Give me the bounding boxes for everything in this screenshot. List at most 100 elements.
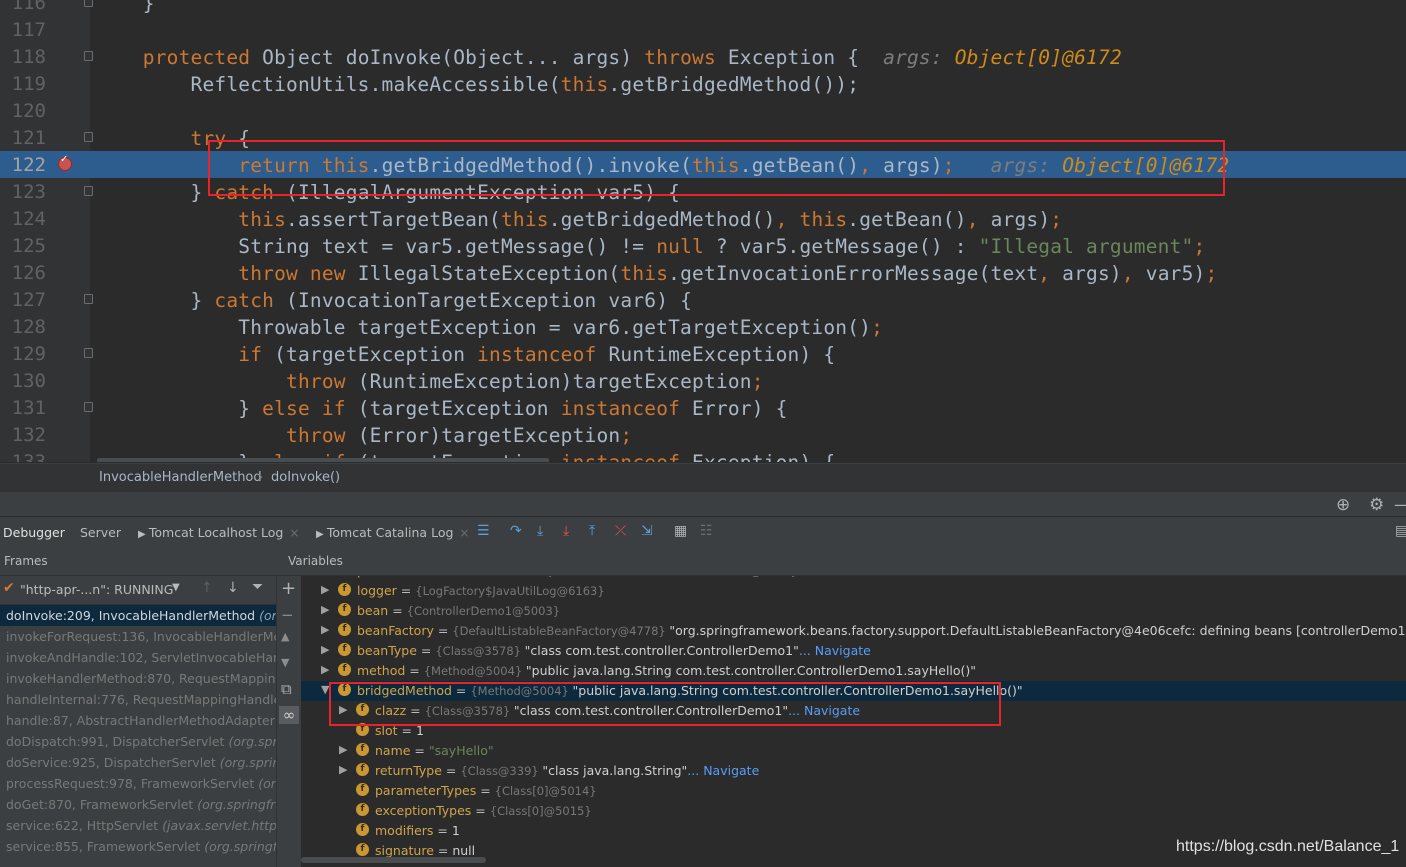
code-line[interactable]: 127 } catch (InvocationTargetException v…	[0, 286, 1406, 313]
run-to-cursor-icon[interactable]: ⇲	[641, 523, 653, 539]
line-number[interactable]: 122	[0, 154, 46, 176]
glasses-icon[interactable]: ∞	[279, 706, 299, 724]
stack-frame[interactable]: handleInternal:776, RequestMappingHandle…	[0, 689, 276, 710]
stack-frame[interactable]: service:855, FrameworkServlet (org.sprin…	[0, 836, 276, 857]
add-watch-icon[interactable]: +	[281, 578, 296, 599]
expand-arrow-icon[interactable]: ▶	[321, 643, 329, 656]
stack-frame[interactable]: doDispatch:991, DispatcherServlet (org.s…	[0, 731, 276, 752]
force-step-into-icon[interactable]: ⤓	[563, 523, 569, 539]
line-number[interactable]: 118	[0, 46, 46, 68]
move-up-icon[interactable]: ▲	[281, 630, 289, 643]
remove-watch-icon[interactable]: −	[281, 606, 294, 624]
code-line[interactable]: 132 throw (Error)targetException;	[0, 421, 1406, 448]
thread-selector[interactable]: ✔ "http-apr-...n": RUNNING ▼ ↑ ↓ ⏷	[0, 576, 278, 605]
line-number[interactable]: 133	[0, 451, 46, 462]
line-number[interactable]: 116	[0, 0, 46, 14]
fold-marker-icon[interactable]	[84, 51, 93, 61]
code-line[interactable]: 126 throw new IllegalStateException(this…	[0, 259, 1406, 286]
fold-marker-icon[interactable]	[84, 132, 93, 142]
move-down-icon[interactable]: ▼	[281, 656, 289, 669]
close-icon[interactable]: ×	[289, 526, 299, 540]
variable-row[interactable]: ▶ f beanType = {Class@3578} "class com.tes…	[301, 641, 1406, 661]
variable-row[interactable]: ▶ f logger = {LogFactory$JavaUtilLog@6163}	[301, 581, 1406, 601]
code-line[interactable]: 124 this.assertTargetBean(this.getBridge…	[0, 205, 1406, 232]
step-over-icon[interactable]: ↷	[510, 523, 522, 539]
code-line[interactable]: 119 ReflectionUtils.makeAccessible(this.…	[0, 70, 1406, 97]
variables-horizontal-scrollbar[interactable]	[301, 857, 486, 863]
variable-row[interactable]: f parameterTypes = {Class[0]@5014}	[301, 781, 1406, 801]
variable-row[interactable]: ▶ f beanFactory = {DefaultListableBeanFact…	[301, 621, 1406, 641]
code-line[interactable]: 118 protected Object doInvoke(Object... …	[0, 43, 1406, 70]
line-number[interactable]: 120	[0, 100, 46, 122]
variable-row[interactable]: ▶ f bean = {ControllerDemo1@5003}	[301, 601, 1406, 621]
expand-arrow-icon[interactable]: ▶	[321, 663, 329, 676]
line-number[interactable]: 126	[0, 262, 46, 284]
line-number[interactable]: 124	[0, 208, 46, 230]
filter-icon[interactable]: ⏷	[252, 579, 263, 595]
breakpoint-icon[interactable]	[58, 154, 72, 171]
variable-row[interactable]: ▶ f returnType = {Class@339} "class java.l…	[301, 761, 1406, 781]
tab-debugger[interactable]: Debugger	[3, 525, 65, 540]
variable-row[interactable]: ▶ f name = "sayHello"	[301, 741, 1406, 761]
editor-horizontal-scrollbar[interactable]	[97, 458, 549, 462]
line-number[interactable]: 129	[0, 343, 46, 365]
fold-marker-icon[interactable]	[84, 402, 93, 412]
line-number[interactable]: 131	[0, 397, 46, 419]
close-icon[interactable]: ×	[459, 526, 469, 540]
tab-server[interactable]: Server	[80, 525, 121, 540]
code-line[interactable]: 116 }	[0, 0, 1406, 16]
tab-tomcat-localhost-log[interactable]: ▶ Tomcat Localhost Log ×	[138, 525, 299, 540]
stack-frame[interactable]: doService:925, DispatcherServlet (org.sp…	[0, 752, 276, 773]
line-number[interactable]: 125	[0, 235, 46, 257]
fold-marker-icon[interactable]	[84, 348, 93, 358]
dropdown-arrow-icon[interactable]: ▼	[172, 582, 180, 593]
copy-icon[interactable]: ⧉	[281, 680, 292, 698]
fold-marker-icon[interactable]	[84, 0, 93, 7]
stack-frame[interactable]: invokeAndHandle:102, ServletInvocableHan…	[0, 647, 276, 668]
line-number[interactable]: 127	[0, 289, 46, 311]
expand-arrow-icon[interactable]: ▶	[339, 743, 347, 756]
line-number[interactable]: 119	[0, 73, 46, 95]
arrow-down-icon[interactable]: ↓	[227, 580, 239, 596]
code-editor[interactable]: 116 } 117 118 protected Object doInvoke(Ob…	[0, 0, 1406, 462]
line-number[interactable]: 132	[0, 424, 46, 446]
code-line[interactable]: 131 } else if (targetException instanceo…	[0, 394, 1406, 421]
gear-icon[interactable]: ⚙	[1369, 495, 1384, 515]
drop-frame-icon[interactable]: ⤫	[615, 523, 626, 539]
code-line[interactable]: 120	[0, 97, 1406, 124]
code-line[interactable]: 117	[0, 16, 1406, 43]
breadcrumb-method[interactable]: doInvoke()	[271, 470, 340, 485]
arrow-up-icon[interactable]: ↑	[201, 580, 213, 596]
line-number[interactable]: 130	[0, 370, 46, 392]
code-line[interactable]: 129 if (targetException instanceof Runti…	[0, 340, 1406, 367]
minimize-icon[interactable]: —	[1394, 495, 1406, 515]
stack-frame[interactable]: invokeHandlerMethod:870, RequestMappingH…	[0, 668, 276, 689]
frames-list[interactable]: doInvoke:209, InvocableHandlerMethod (or…	[0, 605, 276, 867]
tab-tomcat-catalina-log[interactable]: ▶ Tomcat Catalina Log ×	[316, 525, 469, 540]
stack-frame[interactable]: handle:87, AbstractHandlerMethodAdapter …	[0, 710, 276, 731]
layout-icon[interactable]: ▤	[1395, 523, 1406, 539]
stack-frame[interactable]: doGet:870, FrameworkServlet (org.springf…	[0, 794, 276, 815]
expand-arrow-icon[interactable]: ▶	[321, 603, 329, 616]
stack-frame[interactable]: service:622, HttpServlet (javax.servlet.…	[0, 815, 276, 836]
navigate-link[interactable]: ... Navigate	[799, 643, 871, 658]
code-line[interactable]: 125 String text = var5.getMessage() != n…	[0, 232, 1406, 259]
step-out-icon[interactable]: ⤒	[589, 523, 595, 539]
step-into-icon[interactable]: ⤓	[537, 523, 543, 539]
breadcrumb-class[interactable]: InvocableHandlerMethod	[99, 470, 262, 485]
expand-arrow-icon[interactable]: ▶	[339, 763, 347, 776]
show-execution-point-icon[interactable]: ☰	[477, 523, 490, 539]
crosshair-icon[interactable]: ⊕	[1336, 495, 1350, 515]
line-number[interactable]: 123	[0, 181, 46, 203]
stack-frame[interactable]: invokeForRequest:136, InvocableHandlerMe…	[0, 626, 276, 647]
line-number[interactable]: 117	[0, 19, 46, 41]
navigate-link[interactable]: ... Navigate	[687, 763, 759, 778]
variable-row[interactable]: ▶ f method = {Method@5004} "public java.la…	[301, 661, 1406, 681]
fold-marker-icon[interactable]	[84, 186, 93, 196]
code-line[interactable]: 130 throw (RuntimeException)targetExcept…	[0, 367, 1406, 394]
stack-frame[interactable]: processRequest:978, FrameworkServlet (or…	[0, 773, 276, 794]
line-number[interactable]: 128	[0, 316, 46, 338]
stack-frame[interactable]: doInvoke:209, InvocableHandlerMethod (or…	[0, 605, 276, 626]
trace-icon[interactable]: ☷	[700, 523, 713, 539]
fold-marker-icon[interactable]	[84, 294, 93, 304]
